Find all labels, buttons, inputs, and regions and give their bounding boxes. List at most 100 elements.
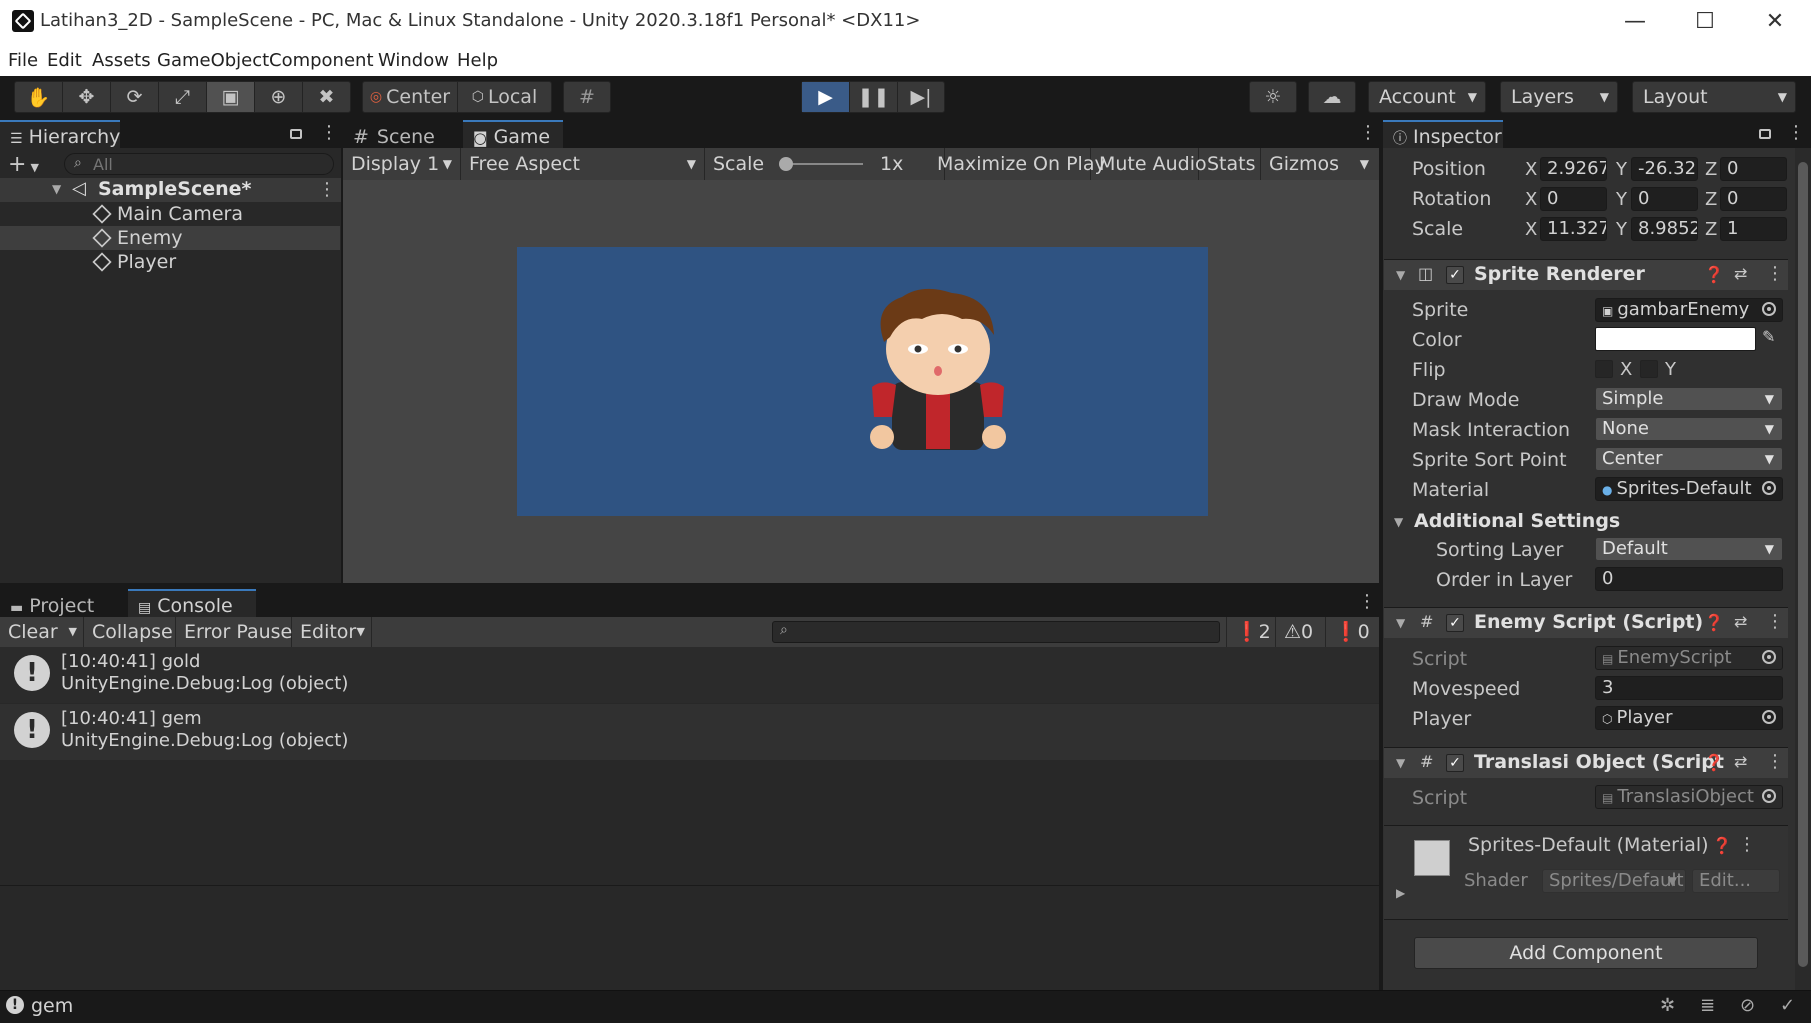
- component-menu-icon[interactable]: ⋮: [1766, 753, 1784, 771]
- preset-icon[interactable]: ⇄: [1734, 612, 1747, 631]
- pause-button[interactable]: ❚❚: [850, 82, 898, 112]
- custom-tool-icon[interactable]: ✖: [303, 82, 350, 112]
- game-menu-icon[interactable]: ⋮: [1359, 124, 1377, 142]
- help-icon[interactable]: ❓: [1704, 753, 1724, 772]
- object-picker-icon[interactable]: [1762, 710, 1776, 724]
- object-picker-icon[interactable]: [1762, 302, 1776, 316]
- grid-snap-icon[interactable]: #: [564, 82, 610, 112]
- player-field[interactable]: ⬡ Player: [1595, 706, 1783, 730]
- position-x-field[interactable]: 2.9267: [1540, 157, 1607, 181]
- sprite-sort-point-dropdown[interactable]: Center ▼: [1595, 447, 1783, 471]
- help-icon[interactable]: ❓: [1712, 836, 1732, 855]
- step-button[interactable]: ▶|: [898, 82, 944, 112]
- debug-icon[interactable]: ✲: [1660, 995, 1675, 1016]
- help-icon[interactable]: ❓: [1704, 613, 1724, 632]
- log-count-toggle[interactable]: ❗2: [1226, 617, 1276, 647]
- log-entry[interactable]: ! [10:40:41] gem UnityEngine.Debug:Log (…: [0, 704, 1379, 760]
- preset-icon[interactable]: ⇄: [1734, 264, 1747, 283]
- layers-dropdown[interactable]: Layers ▼: [1500, 81, 1618, 113]
- inspector-menu-icon[interactable]: ⋮: [1787, 124, 1805, 142]
- layers-icon[interactable]: ≣: [1700, 995, 1715, 1016]
- material-field[interactable]: ● Sprites-Default: [1595, 477, 1783, 501]
- lock-icon[interactable]: [1759, 129, 1771, 139]
- mute-audio-toggle[interactable]: Mute Audio: [1091, 148, 1207, 180]
- scale-thumb[interactable]: [779, 157, 793, 171]
- game-viewport[interactable]: [343, 180, 1379, 583]
- scale-y-field[interactable]: 8.9852: [1631, 217, 1698, 241]
- rotation-x-field[interactable]: 0: [1540, 187, 1607, 211]
- collab-icon[interactable]: ☼: [1250, 82, 1296, 112]
- menu-assets[interactable]: Assets: [92, 50, 151, 71]
- preset-icon[interactable]: ⇄: [1734, 752, 1747, 771]
- translasi-enabled-checkbox[interactable]: ✓: [1446, 754, 1464, 772]
- collapse-toggle[interactable]: Collapse: [84, 617, 176, 647]
- movespeed-field[interactable]: 3: [1595, 676, 1783, 700]
- menu-component[interactable]: Component: [269, 50, 374, 71]
- object-picker-icon[interactable]: [1762, 481, 1776, 495]
- enemy-script-enabled-checkbox[interactable]: ✓: [1446, 614, 1464, 632]
- add-component-button[interactable]: Add Component: [1414, 937, 1758, 969]
- rect-tool-icon[interactable]: ▣: [207, 82, 255, 112]
- gizmos-dropdown[interactable]: Gizmos ▼: [1261, 148, 1379, 180]
- hierarchy-item-player[interactable]: Player: [0, 250, 340, 274]
- rotation-y-field[interactable]: 0: [1631, 187, 1698, 211]
- display-dropdown[interactable]: Display 1 ▼: [343, 148, 461, 180]
- flip-x-checkbox[interactable]: [1595, 360, 1613, 378]
- scale-x-field[interactable]: 11.327: [1540, 217, 1607, 241]
- add-object-button[interactable]: + ▼: [8, 152, 39, 177]
- expand-arrow-icon[interactable]: ▼: [1394, 515, 1403, 529]
- material-menu-icon[interactable]: ⋮: [1738, 836, 1756, 854]
- status-message[interactable]: gem: [31, 995, 73, 1017]
- component-menu-icon[interactable]: ⋮: [1766, 613, 1784, 631]
- error-count-toggle[interactable]: ❗0: [1326, 617, 1379, 647]
- expand-arrow-icon[interactable]: ▶: [1396, 886, 1405, 900]
- sprite-field[interactable]: ▣ gambarEnemy: [1595, 298, 1783, 322]
- component-menu-icon[interactable]: ⋮: [1766, 265, 1784, 283]
- stats-toggle[interactable]: Stats: [1199, 148, 1261, 180]
- flip-y-checkbox[interactable]: [1640, 360, 1658, 378]
- play-button[interactable]: ▶: [802, 82, 850, 112]
- hierarchy-item-enemy[interactable]: Enemy: [0, 226, 340, 250]
- eyedropper-icon[interactable]: ✎: [1762, 327, 1775, 346]
- account-dropdown[interactable]: Account ▼: [1368, 81, 1486, 113]
- rotation-z-field[interactable]: 0: [1720, 187, 1787, 211]
- editor-dropdown[interactable]: Editor ▼: [292, 617, 372, 647]
- lock-icon[interactable]: [290, 129, 302, 139]
- pivot-center-button[interactable]: ◎ Center: [363, 82, 458, 112]
- sprite-renderer-header[interactable]: ▼ ◫ ✓ Sprite Renderer ❓ ⇄ ⋮: [1384, 259, 1788, 290]
- check-icon[interactable]: ✓: [1780, 995, 1795, 1016]
- scale-tool-icon[interactable]: ⤢: [159, 82, 207, 112]
- auto-gen-lighting-icon[interactable]: ⊘: [1740, 995, 1755, 1016]
- help-icon[interactable]: ❓: [1704, 265, 1724, 284]
- menu-window[interactable]: Window: [378, 50, 449, 71]
- scale-slider[interactable]: Scale 1x: [705, 148, 945, 180]
- menu-edit[interactable]: Edit: [47, 50, 82, 71]
- console-menu-icon[interactable]: ⋮: [1358, 593, 1376, 611]
- menu-help[interactable]: Help: [457, 50, 498, 71]
- color-swatch[interactable]: [1595, 327, 1756, 351]
- maximize-on-play-toggle[interactable]: Maximize On Play: [929, 148, 1106, 180]
- inspector-scrollbar[interactable]: [1795, 148, 1811, 990]
- maximize-button[interactable]: ☐: [1670, 0, 1740, 44]
- position-y-field[interactable]: -26.32: [1631, 157, 1698, 181]
- error-pause-toggle[interactable]: Error Pause: [176, 617, 292, 647]
- hierarchy-menu-icon[interactable]: ⋮: [320, 124, 338, 142]
- aspect-dropdown[interactable]: Free Aspect ▼: [461, 148, 705, 180]
- rotate-tool-icon[interactable]: ⟳: [111, 82, 159, 112]
- enemy-script-header[interactable]: ▼ # ✓ Enemy Script (Script) ❓ ⇄ ⋮: [1384, 607, 1788, 638]
- draw-mode-dropdown[interactable]: Simple ▼: [1595, 387, 1783, 411]
- close-button[interactable]: ✕: [1740, 0, 1810, 44]
- sprite-renderer-enabled-checkbox[interactable]: ✓: [1446, 266, 1464, 284]
- minimize-button[interactable]: —: [1600, 0, 1670, 44]
- move-tool-icon[interactable]: ✥: [63, 82, 111, 112]
- scene-menu-icon[interactable]: ⋮: [318, 181, 336, 199]
- menu-gameobject[interactable]: GameObject: [157, 50, 269, 71]
- warning-count-toggle[interactable]: ⚠0: [1276, 617, 1326, 647]
- cloud-icon[interactable]: ☁: [1309, 82, 1355, 112]
- scale-z-field[interactable]: 1: [1720, 217, 1787, 241]
- menu-file[interactable]: File: [8, 50, 38, 71]
- console-search-input[interactable]: [772, 621, 1220, 643]
- hand-tool-icon[interactable]: ✋: [15, 82, 63, 112]
- layout-dropdown[interactable]: Layout ▼: [1632, 81, 1796, 113]
- mask-interaction-dropdown[interactable]: None ▼: [1595, 417, 1783, 441]
